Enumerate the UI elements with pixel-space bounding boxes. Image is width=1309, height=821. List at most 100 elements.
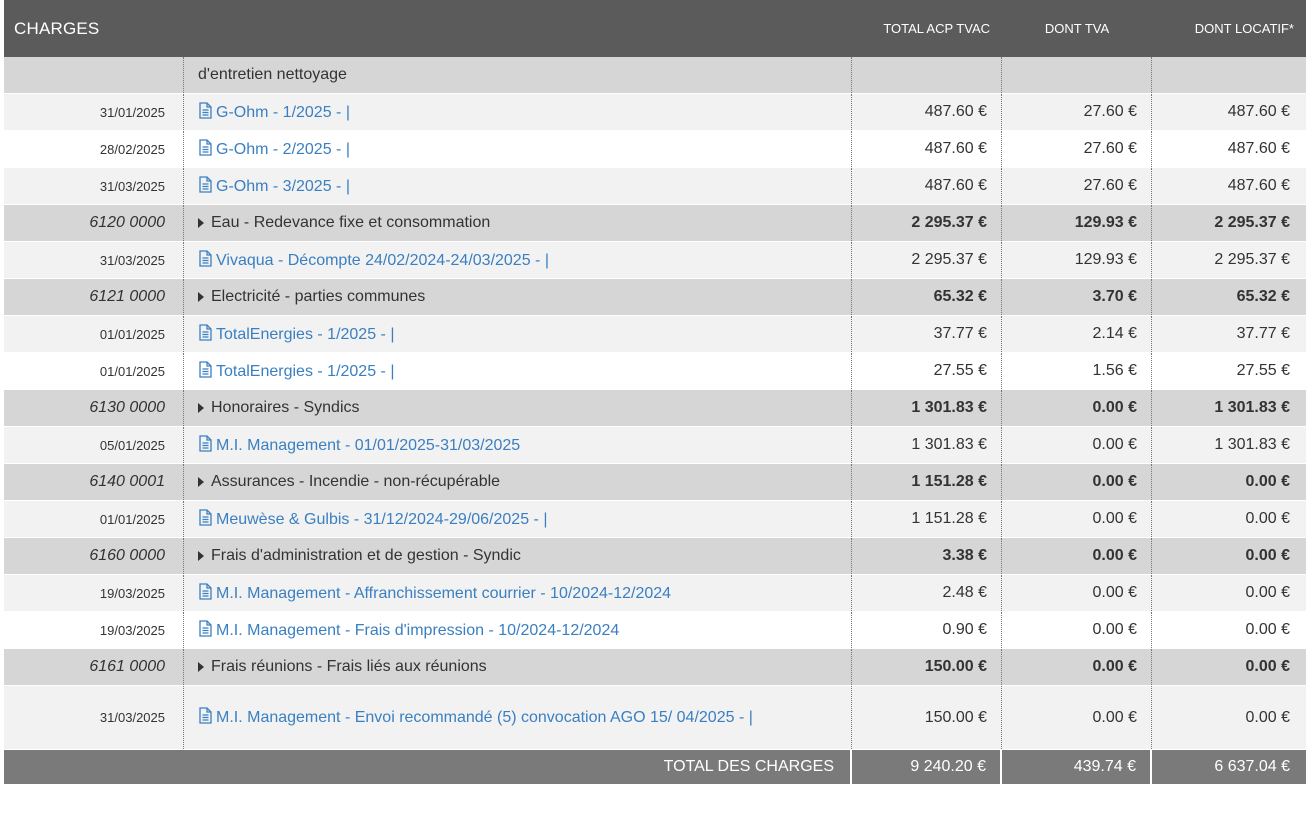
account-group-row[interactable]: 6130 0000 Honoraires - Syndics 1 301.83 €0… [4, 390, 1306, 427]
locatif-cell: 0.00 € [1245, 658, 1290, 675]
account-code: 6140 0001 [4, 464, 184, 500]
total-cell: 150.00 € [852, 649, 1002, 685]
description-cell: Electricité - parties communes [184, 279, 852, 315]
date-cell: 31/03/2025 [4, 686, 184, 749]
table-body: 31/01/2025 G-Ohm - 1/2025 - | 487.60 €27.6… [4, 94, 1306, 750]
description-cell: Frais d'administration et de gestion - S… [184, 538, 852, 574]
tva-cell: 0.00 € [1002, 686, 1152, 749]
tva-cell: 0.00 € [1002, 612, 1152, 648]
total-cell: 150.00 € [852, 686, 1002, 749]
total-cell: 1 151.28 € [852, 501, 1002, 537]
account-group-row[interactable]: 6161 0000 Frais réunions - Frais liés aux… [4, 649, 1306, 686]
document-icon [198, 361, 213, 378]
tva-cell: 0.00 € [1002, 464, 1152, 500]
document-link[interactable]: TotalEnergies - 1/2025 - | [198, 361, 394, 381]
total-cell: 27.55 € [852, 353, 1002, 389]
description-cell: M.I. Management - Envoi recommandé (5) c… [184, 686, 852, 749]
header-title: CHARGES [14, 18, 100, 38]
total-cell [852, 57, 1002, 93]
total-label: TOTAL DES CHARGES [4, 750, 852, 784]
table-row: 31/03/2025 G-Ohm - 3/2025 - | 487.60 €27.6… [4, 168, 1306, 205]
table-row: d'entretien nettoyage [4, 57, 1306, 94]
total-row: TOTAL DES CHARGES 9 240.20 € 439.74 € 6 … [4, 750, 1306, 785]
description-cell: TotalEnergies - 1/2025 - | [184, 353, 852, 389]
date-cell: 05/01/2025 [4, 427, 184, 463]
description-cell: G-Ohm - 3/2025 - | [184, 168, 852, 204]
date-cell: 01/01/2025 [4, 316, 184, 352]
locatif-cell: 0.00 € [1245, 473, 1290, 490]
document-link-label: M.I. Management - 01/01/2025-31/03/2025 [216, 437, 521, 454]
account-group-row[interactable]: 6140 0001 Assurances - Incendie - non-réc… [4, 464, 1306, 501]
document-link[interactable]: TotalEnergies - 1/2025 - | [198, 324, 394, 344]
locatif-cell: 487.60 € [1227, 177, 1290, 194]
group-label: Honoraires - Syndics [211, 399, 360, 416]
document-link[interactable]: M.I. Management - Affranchissement courr… [198, 583, 671, 603]
tva-cell [1002, 57, 1152, 93]
total-cell: 1 301.83 € [852, 390, 1002, 426]
document-icon [198, 620, 213, 637]
account-group-row[interactable]: 6120 0000 Eau - Redevance fixe et consomm… [4, 205, 1306, 242]
total-cell: 2 295.37 € [852, 205, 1002, 241]
group-label: Assurances - Incendie - non-récupérable [211, 473, 501, 490]
document-icon [198, 176, 213, 193]
header-total-acp: TOTAL ACP TVAC [883, 21, 990, 36]
group-label: Frais d'administration et de gestion - S… [211, 547, 521, 564]
total-cell: 65.32 € [852, 279, 1002, 315]
document-link[interactable]: G-Ohm - 2/2025 - | [198, 139, 350, 159]
account-group-row[interactable]: 6160 0000 Frais d'administration et de ge… [4, 538, 1306, 575]
document-link-label: G-Ohm - 2/2025 - | [216, 141, 350, 158]
table-row: 31/03/2025 Vivaqua - Décompte 24/02/2024-… [4, 242, 1306, 279]
table-row: 31/03/2025 M.I. Management - Envoi recomm… [4, 686, 1306, 750]
caret-right-icon[interactable] [198, 403, 204, 413]
document-link-label: M.I. Management - Frais d'impression - 1… [216, 622, 620, 639]
locatif-cell: 0.00 € [1245, 584, 1290, 601]
description-cell: Assurances - Incendie - non-récupérable [184, 464, 852, 500]
document-link[interactable]: M.I. Management - Envoi recommandé (5) c… [198, 706, 753, 730]
table-row: 19/03/2025 M.I. Management - Frais d'impr… [4, 612, 1306, 649]
total-cell: 1 151.28 € [852, 464, 1002, 500]
tva-cell: 129.93 € [1002, 242, 1152, 278]
document-icon [198, 250, 213, 267]
document-link[interactable]: G-Ohm - 3/2025 - | [198, 176, 350, 196]
account-code: 6160 0000 [4, 538, 184, 574]
description-cell: Eau - Redevance fixe et consommation [184, 205, 852, 241]
table-header: CHARGES TOTAL ACP TVAC DONT TVA DONT LOC… [4, 0, 1306, 57]
document-icon [198, 324, 213, 341]
tva-cell: 0.00 € [1002, 649, 1152, 685]
total-cell: 1 301.83 € [852, 427, 1002, 463]
description-cell: Vivaqua - Décompte 24/02/2024-24/03/2025… [184, 242, 852, 278]
caret-right-icon[interactable] [198, 662, 204, 672]
caret-right-icon[interactable] [198, 292, 204, 302]
account-group-row[interactable]: 6121 0000 Electricité - parties communes 6… [4, 279, 1306, 316]
document-link[interactable]: G-Ohm - 1/2025 - | [198, 102, 350, 122]
document-link[interactable]: M.I. Management - Frais d'impression - 1… [198, 620, 619, 640]
date-cell: 01/01/2025 [4, 353, 184, 389]
document-link-label: M.I. Management - Affranchissement courr… [216, 585, 672, 602]
table-row: 19/03/2025 M.I. Management - Affranchisse… [4, 575, 1306, 612]
account-code: 6130 0000 [4, 390, 184, 426]
tva-cell: 0.00 € [1002, 575, 1152, 611]
caret-right-icon[interactable] [198, 477, 204, 487]
date-cell: 01/01/2025 [4, 501, 184, 537]
document-link[interactable]: Vivaqua - Décompte 24/02/2024-24/03/2025… [198, 250, 549, 270]
caret-right-icon[interactable] [198, 218, 204, 228]
description-cell: M.I. Management - Frais d'impression - 1… [184, 612, 852, 648]
account-code: 6161 0000 [4, 649, 184, 685]
date-cell: 31/01/2025 [4, 94, 184, 130]
document-link[interactable]: Meuwèse & Gulbis - 31/12/2024-29/06/2025… [198, 509, 547, 529]
document-link-label: TotalEnergies - 1/2025 - | [216, 363, 395, 380]
locatif-cell: 487.60 € [1227, 140, 1290, 157]
grand-total-acp: 9 240.20 € [852, 750, 1002, 784]
document-link-label: Vivaqua - Décompte 24/02/2024-24/03/2025… [216, 252, 549, 269]
caret-right-icon[interactable] [198, 551, 204, 561]
grand-total-locatif: 6 637.04 € [1214, 758, 1290, 775]
total-cell: 2.48 € [852, 575, 1002, 611]
total-cell: 37.77 € [852, 316, 1002, 352]
total-cell: 2 295.37 € [852, 242, 1002, 278]
description-cell: M.I. Management - Affranchissement courr… [184, 575, 852, 611]
group-label: Electricité - parties communes [211, 288, 426, 305]
group-label: Eau - Redevance fixe et consommation [211, 214, 491, 231]
table-row: 05/01/2025 M.I. Management - 01/01/2025-3… [4, 427, 1306, 464]
locatif-cell: 0.00 € [1245, 621, 1290, 638]
document-link[interactable]: M.I. Management - 01/01/2025-31/03/2025 [198, 435, 520, 455]
